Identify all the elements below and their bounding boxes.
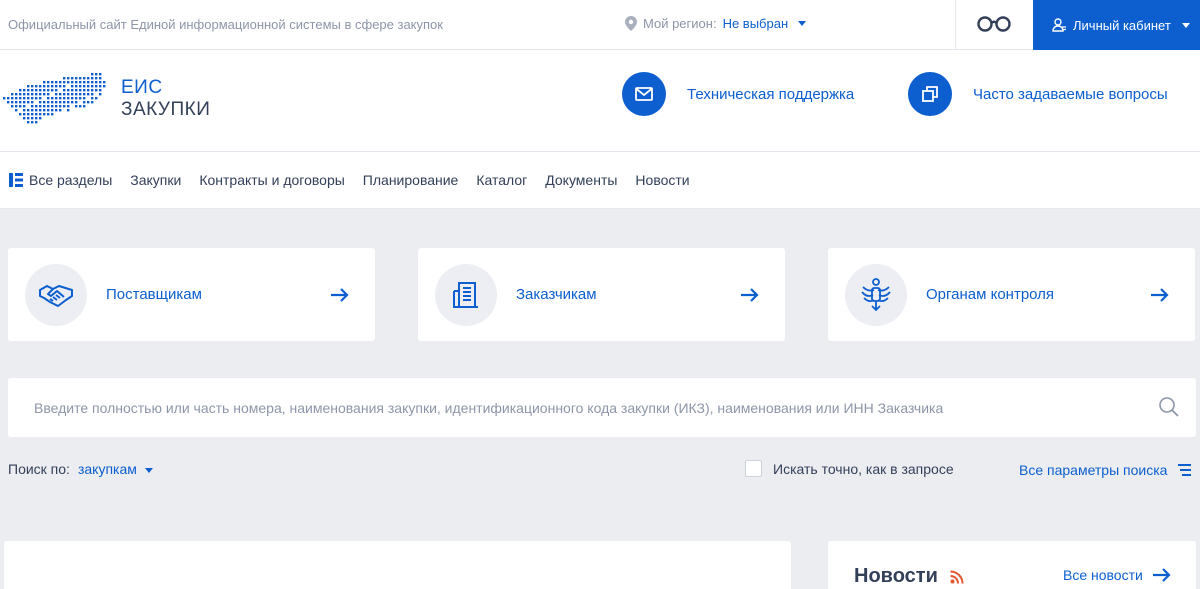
region-value[interactable]: Не выбран [723,16,789,31]
nav-item-documents[interactable]: Документы [545,172,617,188]
search-by-value: закупкам [77,461,137,477]
card-label: Заказчикам [516,286,597,303]
card-icon-circle [435,263,497,326]
personal-cabinet-button[interactable]: Личный кабинет [1033,0,1200,50]
faq-label: Часто задаваемые вопросы [973,85,1168,103]
all-news-link[interactable]: Все новости [1063,567,1171,583]
news-heading: Новости [854,565,964,588]
site-header: ЕИС ЗАКУПКИ Техническая поддержка Часто … [0,50,1200,152]
copy-windows-icon [922,86,938,102]
user-icon [1052,18,1066,32]
all-search-params-link[interactable]: Все параметры поиска [1019,462,1192,478]
search-by-label: Поиск по: [8,461,70,477]
arrow-right-icon [331,287,349,302]
search-by-dropdown[interactable]: закупкам [78,461,153,477]
support-link[interactable]: Техническая поддержка [622,72,854,116]
nav-item-catalog[interactable]: Каталог [476,172,527,188]
rss-icon[interactable] [950,570,964,584]
support-icon-circle [622,72,666,116]
russia-map-logo-icon[interactable] [2,70,106,126]
card-control-bodies[interactable]: Органам контроля [828,248,1195,341]
all-search-params-label: Все параметры поиска [1019,462,1168,478]
faq-icon-circle [908,72,952,116]
exact-search-label: Искать точно, как в запросе [773,460,954,477]
building-icon [453,281,478,308]
sections-list-icon [9,173,23,187]
emblem-icon [861,277,891,311]
main-nav: Все разделы Закупки Контракты и договоры… [0,152,1200,209]
arrow-right-icon [1152,568,1171,582]
envelope-icon [635,87,653,101]
search-input[interactable] [8,378,1138,437]
card-label: Органам контроля [926,286,1055,303]
arrow-right-icon [741,287,759,302]
chevron-down-icon [798,21,807,26]
faq-link[interactable]: Часто задаваемые вопросы [908,72,1168,116]
search-by: Поиск по: закупкам [8,461,153,477]
top-bar: Официальный сайт Единой информационной с… [0,0,1200,50]
handshake-icon [39,284,73,307]
news-title: Новости [854,565,938,587]
logo[interactable]: ЕИС ЗАКУПКИ [121,77,210,121]
site-title: Официальный сайт Единой информационной с… [8,17,443,32]
nav-item-contracts[interactable]: Контракты и договоры [199,172,344,188]
nav-item-all-sections[interactable]: Все разделы [9,172,112,188]
logo-line-2: ЗАКУПКИ [121,99,211,120]
chevron-down-icon [144,467,153,473]
exact-search-option[interactable]: Искать точно, как в запросе [745,460,954,477]
divider [955,0,956,50]
chevron-down-icon [1181,22,1190,28]
main-content-panel [4,541,791,589]
card-label: Поставщикам [106,286,202,303]
nav-item-news[interactable]: Новости [635,172,689,188]
region-selector[interactable]: Мой регион: Не выбран [625,16,807,31]
location-pin-icon [625,16,637,31]
card-customers[interactable]: Заказчикам [418,248,785,341]
card-icon-circle [845,263,907,326]
accessibility-glasses-icon[interactable] [976,14,1012,34]
news-panel: Новости Все новости [828,541,1196,589]
arrow-right-icon [1151,287,1169,302]
card-suppliers[interactable]: Поставщикам [8,248,375,341]
all-news-label: Все новости [1063,567,1143,583]
personal-cabinet-label: Личный кабинет [1073,17,1171,33]
logo-line-1: ЕИС [121,77,163,98]
card-icon-circle [25,263,87,326]
filter-lines-icon [1178,464,1192,476]
search-icon[interactable] [1159,397,1179,417]
search-bar [8,378,1196,437]
support-label: Техническая поддержка [687,85,855,103]
nav-item-purchases[interactable]: Закупки [130,172,181,188]
nav-item-label: Все разделы [29,172,113,188]
region-label: Мой регион: [643,16,717,31]
exact-search-checkbox[interactable] [745,460,762,477]
nav-item-planning[interactable]: Планирование [363,172,459,188]
